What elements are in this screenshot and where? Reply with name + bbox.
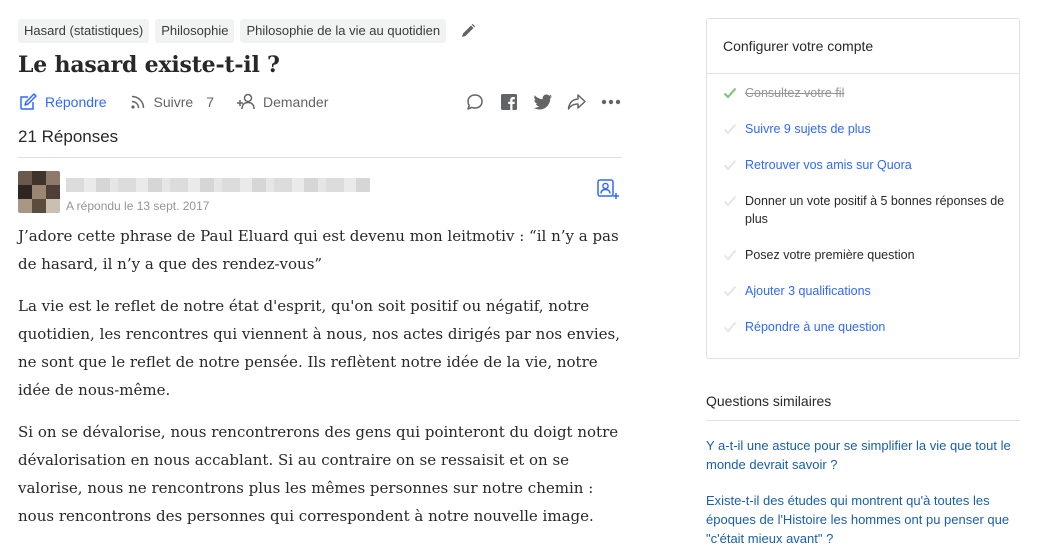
- checkmark-icon: [723, 320, 737, 334]
- topic-list: Hasard (statistiques) Philosophie Philos…: [18, 19, 478, 43]
- divider: [18, 157, 622, 158]
- follow-button[interactable]: Suivre 7: [129, 93, 214, 111]
- setup-item-topics[interactable]: Suivre 9 sujets de plus: [707, 120, 1019, 138]
- checkmark-icon: [723, 86, 737, 100]
- answer-button-label: Répondre: [45, 94, 107, 110]
- checkmark-icon: [723, 284, 737, 298]
- follow-author-icon[interactable]: [596, 177, 620, 201]
- checkmark-icon: [723, 248, 737, 262]
- topic-tag[interactable]: Hasard (statistiques): [18, 19, 150, 43]
- answers-count: 21 Réponses: [18, 127, 119, 146]
- similar-question-link[interactable]: Existe-t-il des études qui montrent qu'à…: [706, 491, 1020, 548]
- pencil-square-icon: [18, 92, 38, 112]
- similar-questions-list: Y a-t-il une astuce pour se simplifier l…: [706, 436, 1020, 550]
- more-options-icon[interactable]: [600, 91, 622, 113]
- setup-item-upvote[interactable]: Donner un vote positif à 5 bonnes répons…: [707, 192, 1019, 228]
- divider: [706, 420, 1020, 421]
- comment-icon[interactable]: [464, 91, 486, 113]
- setup-item-ask-question[interactable]: Posez votre première question: [707, 246, 1019, 264]
- setup-item-credentials[interactable]: Ajouter 3 qualifications: [707, 282, 1019, 300]
- share-actions: [464, 90, 622, 114]
- account-setup-title: Configurer votre compte: [707, 19, 1019, 74]
- answer-paragraph: Si on se dévalorise, nous rencontrerons …: [18, 423, 619, 525]
- answer-paragraph: J’adore cette phrase de Paul Eluard qui …: [18, 227, 619, 273]
- setup-item-label: Ajouter 3 qualifications: [745, 284, 871, 298]
- rss-icon: [129, 93, 147, 111]
- answer-button[interactable]: Répondre: [18, 92, 107, 112]
- edit-topics-pencil-icon[interactable]: [458, 21, 478, 41]
- checkmark-icon: [723, 194, 737, 208]
- twitter-icon[interactable]: [532, 91, 554, 113]
- facebook-icon[interactable]: [498, 91, 520, 113]
- setup-item-answer[interactable]: Répondre à une question: [707, 318, 1019, 336]
- setup-item-label: Retrouver vos amis sur Quora: [745, 158, 912, 172]
- setup-item-label: Donner un vote positif à 5 bonnes répons…: [745, 194, 1005, 226]
- similar-question-link[interactable]: Y a-t-il une astuce pour se simplifier l…: [706, 436, 1020, 474]
- checkmark-icon: [723, 122, 737, 136]
- answer-body: J’adore cette phrase de Paul Eluard qui …: [18, 222, 622, 544]
- account-setup-list: Consultez votre fil Suivre 9 sujets de p…: [707, 74, 1019, 336]
- author-name-blurred[interactable]: [66, 178, 370, 192]
- request-button-label: Demander: [262, 94, 329, 110]
- account-setup-panel: Configurer votre compte Consultez votre …: [706, 18, 1020, 359]
- follow-count: 7: [206, 94, 214, 110]
- topic-tag[interactable]: Philosophie de la vie au quotidien: [240, 19, 447, 43]
- follow-button-label: Suivre: [153, 94, 194, 110]
- avatar[interactable]: [18, 171, 60, 213]
- setup-item-label: Suivre 9 sujets de plus: [745, 122, 871, 136]
- add-person-icon: [236, 92, 256, 112]
- setup-item-label: Posez votre première question: [745, 248, 915, 262]
- question-actions: Répondre Suivre 7 Demander: [18, 90, 622, 114]
- answer-author-header: A répondu le 13 sept. 2017: [18, 170, 622, 216]
- question-title: Le hasard existe-t-il ?: [18, 52, 280, 78]
- request-button[interactable]: Demander: [236, 92, 328, 112]
- topic-tag[interactable]: Philosophie: [155, 19, 235, 43]
- setup-item-label: Répondre à une question: [745, 320, 886, 334]
- share-arrow-icon[interactable]: [566, 91, 588, 113]
- setup-item-label: Consultez votre fil: [745, 86, 845, 100]
- answer-date: A répondu le 13 sept. 2017: [66, 199, 210, 213]
- answer-paragraph: La vie est le reflet de notre état d'esp…: [18, 297, 620, 399]
- similar-questions-title: Questions similaires: [706, 393, 832, 409]
- setup-item-feed[interactable]: Consultez votre fil: [707, 84, 1019, 102]
- checkmark-icon: [723, 158, 737, 172]
- setup-item-friends[interactable]: Retrouver vos amis sur Quora: [707, 156, 1019, 174]
